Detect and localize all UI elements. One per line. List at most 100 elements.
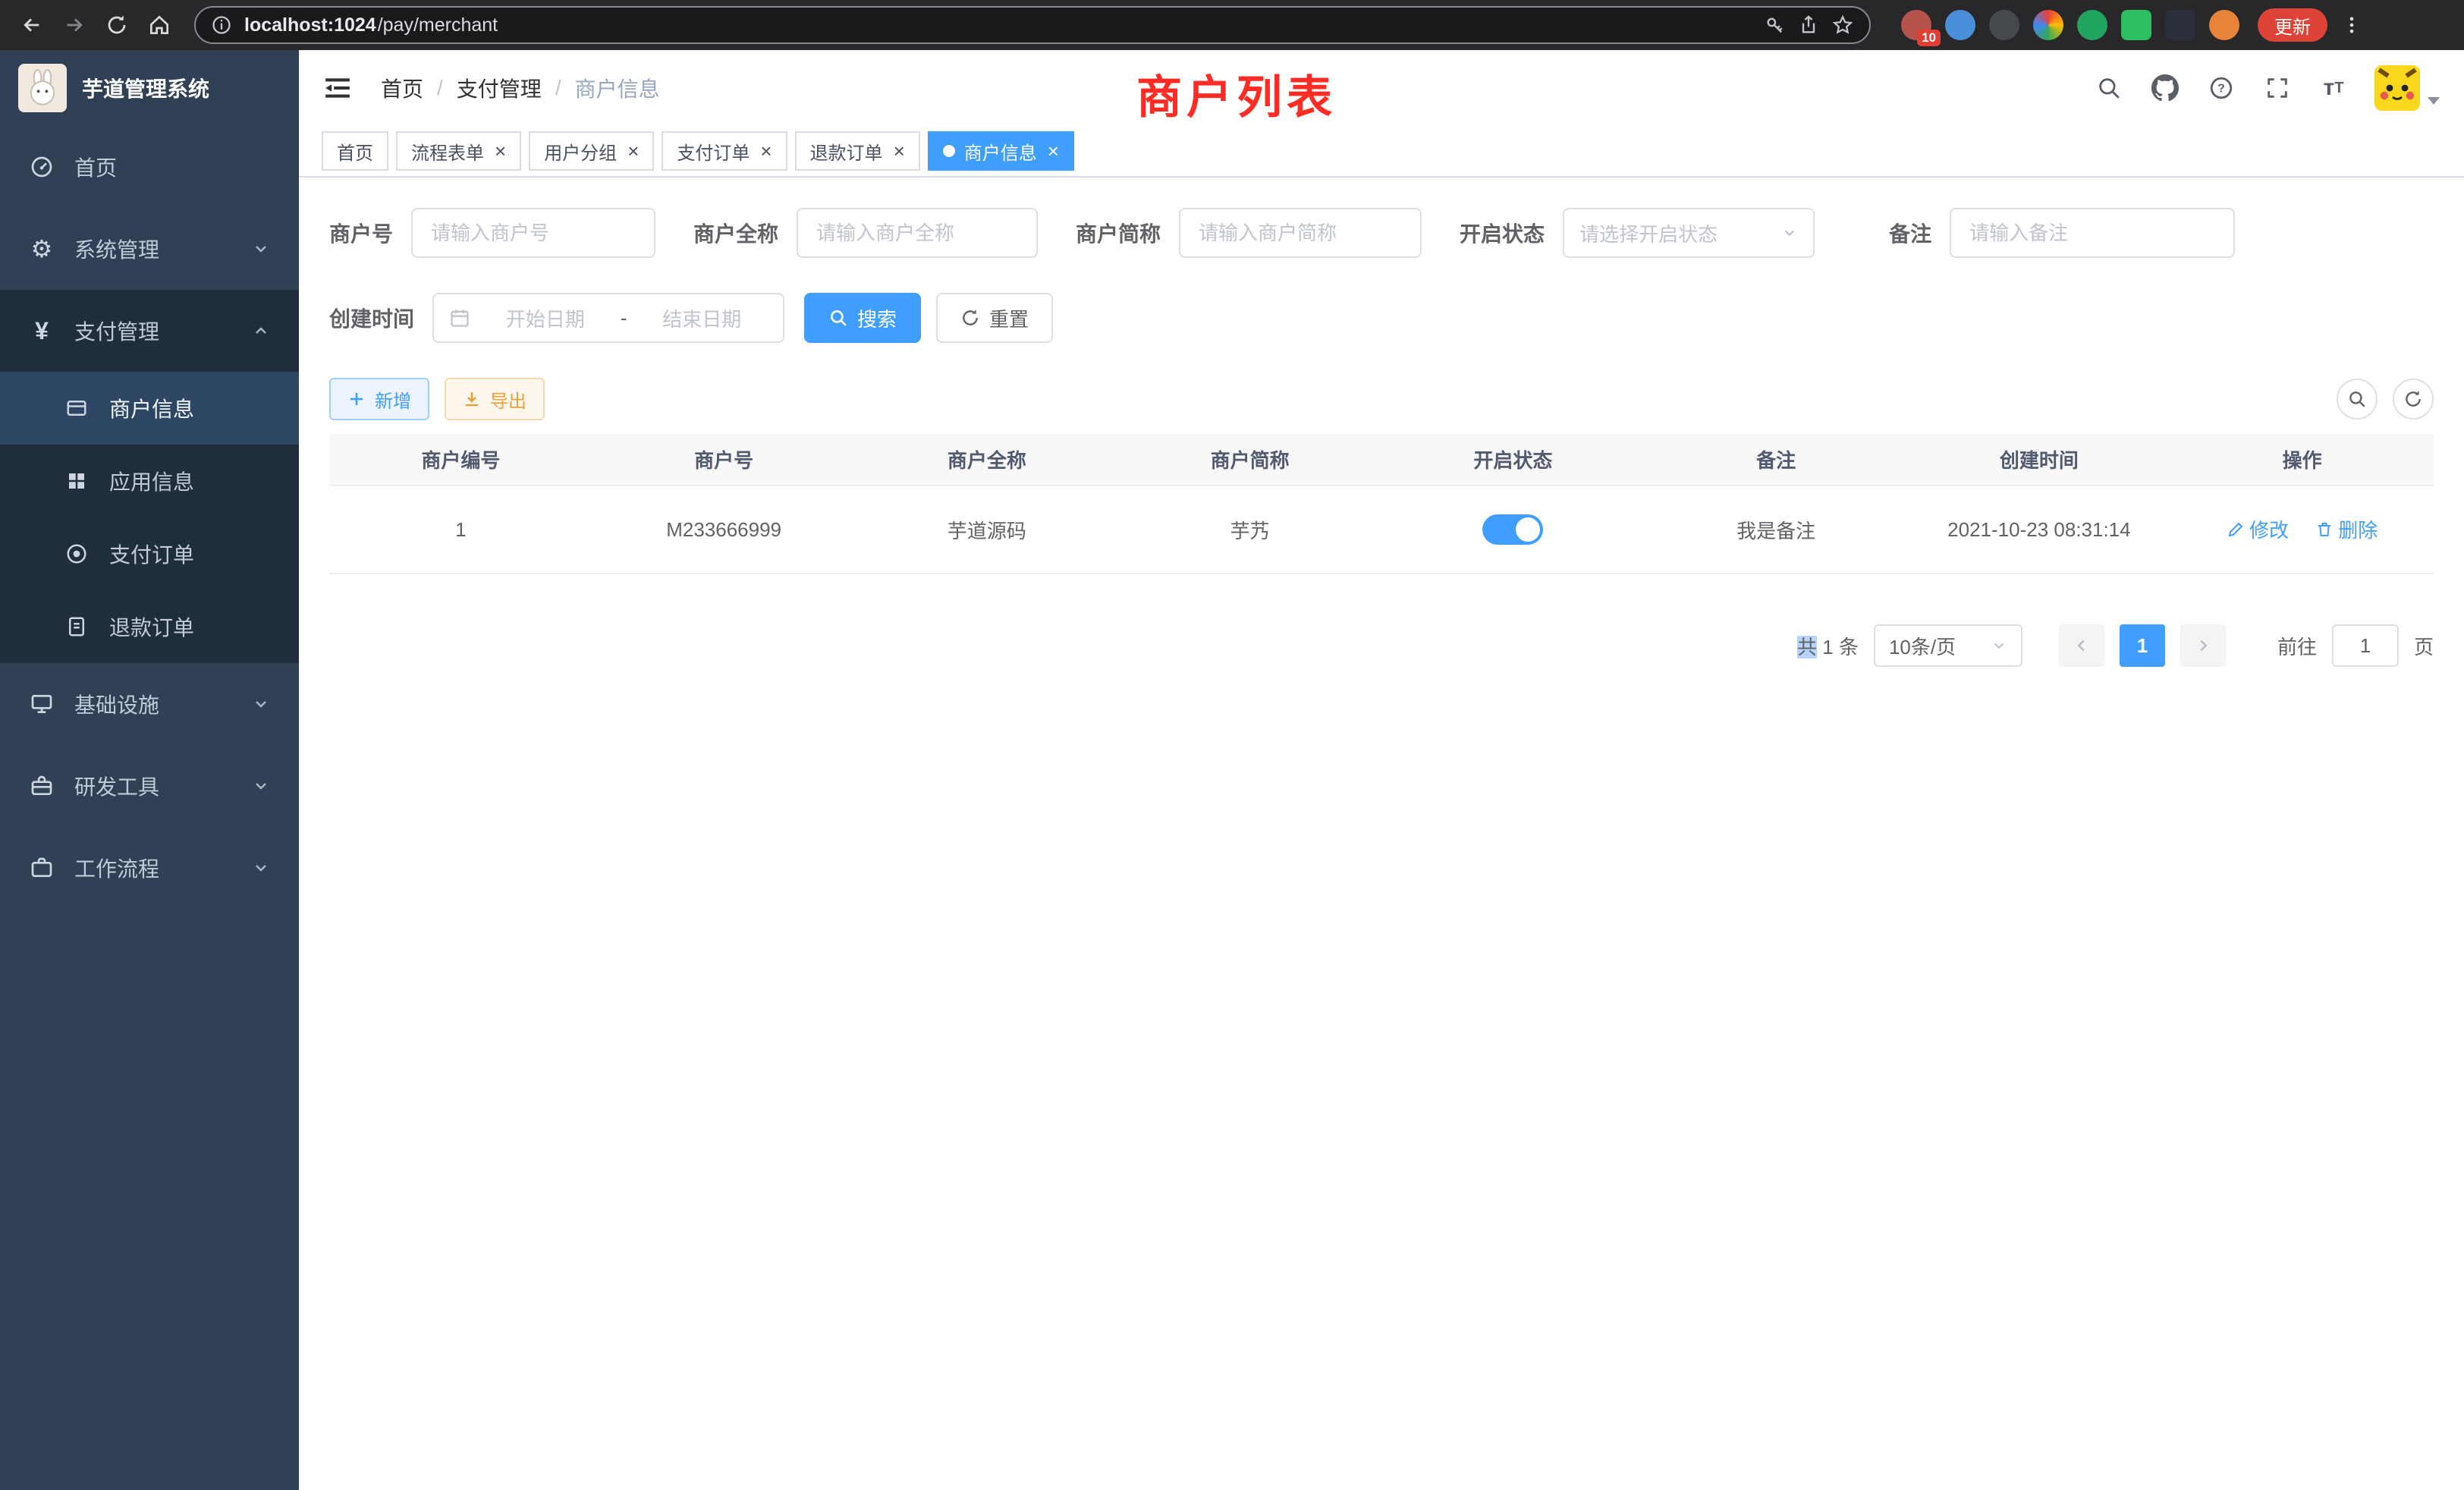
browser-forward-button[interactable] [55,5,94,45]
select-placeholder: 请选择开启状态 [1579,219,1718,247]
sidebar-item-pay-orders[interactable]: 支付订单 [0,517,299,590]
bookmark-star-icon[interactable] [1831,14,1854,36]
address-bar[interactable]: localhost:1024/pay/merchant [194,6,1871,44]
toolbox-icon [29,773,55,799]
sidebar-item-refund-orders[interactable]: 退款订单 [0,590,299,663]
browser-back-button[interactable] [12,5,52,45]
fullscreen-icon[interactable] [2262,73,2293,103]
goto-page-input[interactable] [2332,624,2399,667]
add-button-label: 新增 [375,386,411,413]
sidebar-item-label: 应用信息 [109,466,194,496]
extension-icon-5[interactable] [2077,10,2107,40]
extension-icon-4[interactable] [2033,10,2063,40]
target-icon [64,541,90,567]
cell-create-time: 2021-10-23 08:31:14 [1908,486,2171,574]
tab-merchant-info[interactable]: 商户信息× [928,131,1074,171]
close-icon[interactable]: × [894,141,905,161]
close-icon[interactable]: × [1048,141,1059,161]
browser-reload-button[interactable] [97,5,137,45]
close-icon[interactable]: × [760,141,772,161]
chevron-down-icon [252,777,270,795]
short-name-input[interactable] [1179,208,1422,258]
sidebar-item-infrastructure[interactable]: 基础设施 [0,663,299,745]
edit-link[interactable]: 修改 [2227,515,2289,543]
col-merchant-id: 商户编号 [329,434,592,486]
cell-short-name: 芋艿 [1118,486,1381,574]
sidebar-item-payment[interactable]: ¥ 支付管理 [0,290,299,372]
export-button[interactable]: 导出 [445,378,545,420]
prev-page-button[interactable] [2059,624,2104,667]
sidebar-item-workflow[interactable]: 工作流程 [0,827,299,909]
chrome-update-button[interactable]: 更新 [2258,8,2327,42]
tab-user-group[interactable]: 用户分组× [529,131,654,171]
search-button[interactable]: 搜索 [804,293,921,343]
sidebar-item-home[interactable]: 首页 [0,126,299,208]
app-title: 芋道管理系统 [82,73,209,103]
tab-label: 首页 [337,138,373,165]
hamburger-icon[interactable] [323,74,352,102]
tab-process-form[interactable]: 流程表单 × [396,131,521,171]
logo[interactable]: 芋道管理系统 [0,50,299,126]
extension-icon-7[interactable] [2165,10,2195,40]
password-key-icon[interactable] [1765,14,1786,36]
sidebar-item-label: 退款订单 [109,611,194,642]
edit-icon [2227,520,2245,539]
breadcrumb-item-home[interactable]: 首页 [381,73,423,103]
sidebar-item-dev-tools[interactable]: 研发工具 [0,745,299,827]
dashboard-icon [29,154,55,180]
site-info-icon[interactable] [211,14,232,36]
add-button[interactable]: 新增 [329,378,429,420]
user-menu[interactable] [2374,65,2440,111]
next-page-button[interactable] [2180,624,2226,667]
refresh-table-button[interactable] [2393,379,2434,420]
sidebar-item-system[interactable]: ⚙ 系统管理 [0,208,299,290]
tab-refund-orders[interactable]: 退款订单× [795,131,920,171]
status-toggle[interactable] [1482,514,1543,545]
trash-icon [2315,520,2334,539]
search-icon [2347,389,2367,409]
browser-menu-icon[interactable] [2341,13,2362,37]
tab-home[interactable]: 首页 [322,131,388,171]
filter-label-merchant-no: 商户号 [329,218,393,248]
extension-icon-1[interactable]: 10 [1901,10,1931,40]
delete-link[interactable]: 删除 [2315,515,2378,543]
chevron-down-icon [1991,637,2007,654]
breadcrumb-item-payment[interactable]: 支付管理 [457,73,542,103]
merchant-no-input[interactable] [411,208,655,258]
profile-avatar-icon[interactable] [2209,10,2239,40]
status-select[interactable]: 请选择开启状态 [1563,208,1815,258]
extension-icon-6[interactable] [2121,10,2151,40]
browser-home-button[interactable] [140,5,179,45]
extension-icon-2[interactable] [1945,10,1975,40]
toggle-search-button[interactable] [2337,379,2378,420]
sidebar-item-app-info[interactable]: 应用信息 [0,445,299,517]
plus-icon [347,390,366,408]
total-count: 1 [1822,636,1833,659]
user-avatar [2374,65,2420,111]
search-icon [828,308,848,328]
date-range-picker[interactable]: 开始日期 - 结束日期 [432,293,784,343]
tab-pay-orders[interactable]: 支付订单× [662,131,787,171]
reset-button[interactable]: 重置 [936,293,1053,343]
share-icon[interactable] [1798,14,1819,36]
chevron-down-icon [252,695,270,713]
reset-button-label: 重置 [989,304,1029,332]
breadcrumb-item-current: 商户信息 [575,73,660,103]
page-size-select[interactable]: 10条/页 [1874,624,2022,667]
remark-input[interactable] [1950,208,2235,258]
font-size-icon[interactable]: тT [2318,73,2349,103]
close-icon[interactable]: × [627,141,639,161]
document-icon [64,614,90,640]
help-icon[interactable]: ? [2206,73,2236,103]
search-icon[interactable] [2094,73,2124,103]
extension-icon-3[interactable] [1989,10,2019,40]
col-full-name: 商户全称 [856,434,1119,486]
total-suffix: 条 [1839,636,1859,659]
sidebar-item-merchant-info[interactable]: 商户信息 [0,372,299,445]
tab-label: 流程表单 [411,138,484,165]
calendar-icon [449,307,470,328]
page-number-button[interactable]: 1 [2120,624,2165,667]
close-icon[interactable]: × [495,141,506,161]
full-name-input[interactable] [797,208,1038,258]
github-icon[interactable] [2150,73,2180,103]
